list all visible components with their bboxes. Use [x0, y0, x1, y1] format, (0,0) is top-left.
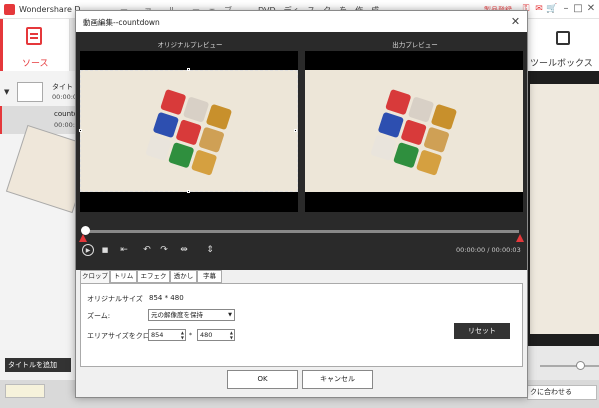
rubiks-cube-image: [370, 88, 458, 177]
size-separator: *: [189, 332, 192, 339]
trim-end-marker[interactable]: [516, 234, 524, 242]
bottom-progress-field: [5, 384, 45, 398]
time-readout: 00:00:00 / 00:00:03: [456, 246, 521, 254]
app-logo-icon: [4, 4, 15, 15]
stepper-arrows-icon[interactable]: ▲ ▼: [181, 330, 184, 340]
list-item[interactable]: ▼ タイト 00:00:0: [0, 78, 78, 106]
rotate-left-icon[interactable]: ↶: [141, 244, 153, 256]
rotate-right-icon[interactable]: ↷: [158, 244, 170, 256]
video-edit-dialog: 動画編集--countdown ✕ オリジナルプレビュー 出力プレビュー ▶ ■…: [75, 10, 528, 398]
toolbox-icon: [556, 31, 570, 45]
maximize-button[interactable]: □: [572, 3, 584, 15]
mail-icon[interactable]: ✉: [534, 4, 544, 14]
crop-height-value: 480: [200, 331, 213, 339]
source-icon: [26, 27, 42, 45]
add-title-button[interactable]: タイトルを追加: [5, 358, 71, 372]
cart-icon[interactable]: 🛒: [546, 4, 557, 14]
tab-trim[interactable]: トリム: [110, 270, 137, 283]
tab-watermark[interactable]: 透かし: [170, 270, 197, 283]
minimize-button[interactable]: –: [560, 3, 572, 15]
timeline-track[interactable]: [84, 230, 519, 233]
output-video-frame: [305, 70, 523, 192]
stop-button[interactable]: ■: [100, 244, 110, 256]
crop-handle[interactable]: [187, 190, 190, 193]
stepper-arrows-icon[interactable]: ▲ ▼: [230, 330, 233, 340]
flip-vertical-icon[interactable]: ⇕: [204, 244, 216, 256]
output-preview: [305, 51, 523, 212]
caret-down-icon[interactable]: ▼: [4, 88, 9, 96]
tab-crop[interactable]: クロップ: [80, 270, 110, 284]
original-video-frame[interactable]: [80, 70, 298, 192]
dialog-titlebar: 動画編集--countdown ✕: [76, 11, 527, 32]
zoom-label: ズーム:: [87, 312, 111, 320]
flip-horizontal-icon[interactable]: ⇹: [178, 244, 190, 256]
crop-handle[interactable]: [187, 68, 190, 71]
crop-handle[interactable]: [79, 129, 82, 132]
zoom-dropdown[interactable]: 元の解像度を保持: [148, 309, 235, 321]
crop-handle[interactable]: [294, 129, 297, 132]
play-button[interactable]: ▶: [82, 244, 94, 256]
ok-button[interactable]: OK: [227, 370, 298, 389]
output-preview-label: 出力プレビュー: [392, 41, 438, 49]
zoom-slider-track[interactable]: [540, 365, 599, 367]
tab-effect[interactable]: エフェクト: [137, 270, 170, 291]
preview-area: オリジナルプレビュー 出力プレビュー ▶ ■ ⇤ ↶ ↷ ⇹ ⇕ 00:00:0…: [76, 32, 527, 270]
tab-subtitle[interactable]: 字幕: [197, 270, 222, 283]
item-time: 00:00:0: [52, 93, 78, 101]
rubiks-cube-image: [145, 88, 233, 177]
item-name: タイト: [52, 83, 73, 91]
reset-button[interactable]: リセット: [454, 323, 510, 339]
trim-start-marker[interactable]: [79, 234, 87, 242]
source-tab-label: ソース: [22, 59, 49, 69]
main-preview-frame: [530, 84, 599, 334]
crop-width-value: 854: [151, 331, 164, 339]
original-preview-label: オリジナルプレビュー: [157, 41, 223, 49]
app-close-button[interactable]: ✕: [585, 3, 597, 15]
zoom-slider-handle[interactable]: [576, 361, 585, 370]
toolbox-label: ツールボックス: [530, 59, 593, 69]
original-preview[interactable]: [79, 51, 298, 212]
dialog-title: 動画編集--countdown: [83, 18, 160, 27]
source-tab-indicator: [0, 19, 3, 71]
source-tab[interactable]: ソース: [0, 19, 70, 71]
original-size-label: オリジナルサイズ: [87, 295, 143, 303]
title-thumbnail: [17, 82, 43, 102]
list-item-selected[interactable]: countd 00:00:0: [0, 106, 95, 214]
crop-height-stepper[interactable]: 480 ▲ ▼: [197, 329, 235, 341]
original-size-value: 854 * 480: [149, 294, 184, 302]
crop-width-stepper[interactable]: 854 ▲ ▼: [148, 329, 186, 341]
cancel-button[interactable]: キャンセル: [302, 370, 373, 389]
crop-to-fit-icon[interactable]: ⇤: [118, 244, 130, 256]
close-icon[interactable]: ✕: [509, 15, 522, 28]
fit-select[interactable]: クに合わせる: [527, 385, 597, 400]
